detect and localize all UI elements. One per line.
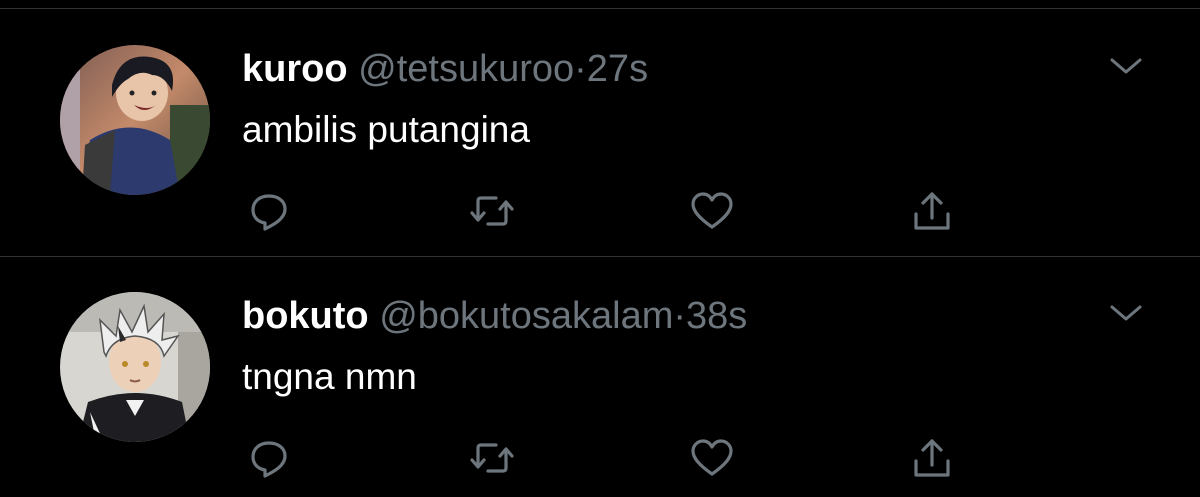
separator-dot: · (574, 48, 587, 90)
like-button[interactable] (687, 433, 737, 483)
tweet-text: ambilis putangina (242, 109, 530, 150)
tweet-text: tngna nmn (242, 356, 417, 397)
reply-icon (251, 441, 287, 478)
timestamp[interactable]: 27s (587, 48, 648, 90)
share-button[interactable] (907, 433, 957, 483)
share-icon (914, 439, 950, 477)
retweet-button[interactable] (467, 433, 517, 483)
tweet-actions (242, 186, 982, 236)
top-divider (0, 8, 1200, 9)
display-name[interactable]: bokuto (242, 295, 369, 337)
chevron-down-icon[interactable] (1108, 54, 1144, 78)
share-button[interactable] (907, 186, 957, 236)
anime-avatar-dark-hair-icon (60, 45, 210, 195)
display-name[interactable]: kuroo (242, 48, 348, 90)
user-handle[interactable]: @bokutosakalam (379, 295, 673, 337)
tweet-header: kuroo @tetsukuroo·27s (242, 47, 648, 91)
tweet[interactable]: kuroo @tetsukuroo·27s ambilis putangina (0, 10, 1200, 256)
timestamp[interactable]: 38s (686, 295, 747, 337)
retweet-button[interactable] (467, 186, 517, 236)
anime-avatar-grey-hair-icon (60, 292, 210, 442)
tweet-header: bokuto @bokutosakalam·38s (242, 294, 747, 338)
retweet-icon (470, 443, 514, 473)
heart-icon (691, 439, 733, 476)
separator-dot: · (673, 295, 687, 337)
avatar[interactable] (60, 292, 210, 442)
reply-icon (251, 194, 287, 231)
heart-icon (691, 192, 733, 229)
tweet-actions (242, 433, 982, 483)
reply-button[interactable] (244, 433, 294, 483)
like-button[interactable] (687, 186, 737, 236)
user-handle[interactable]: @tetsukuroo (358, 48, 574, 90)
share-icon (914, 192, 950, 230)
chevron-down-icon[interactable] (1108, 301, 1144, 325)
reply-button[interactable] (244, 186, 294, 236)
tweet[interactable]: bokuto @bokutosakalam·38s tngna nmn (0, 257, 1200, 497)
avatar[interactable] (60, 45, 210, 195)
retweet-icon (470, 196, 514, 226)
